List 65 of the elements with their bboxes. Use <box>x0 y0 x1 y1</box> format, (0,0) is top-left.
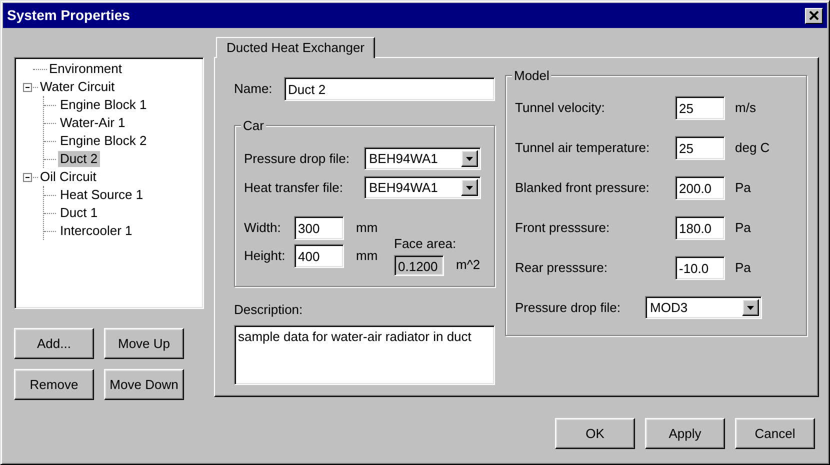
close-icon <box>809 11 819 20</box>
tab[interactable]: Ducted Heat Exchanger <box>216 37 375 58</box>
tree-button[interactable]: Add... <box>14 328 94 359</box>
field-label: Face area: <box>394 235 458 253</box>
caret-icon <box>466 156 473 160</box>
name-field[interactable]: Duct 2 <box>284 77 495 101</box>
number-field[interactable]: 25 <box>675 96 725 120</box>
field-label: Description: <box>234 301 304 319</box>
field-label: Tunnel air temperature: <box>515 139 651 158</box>
field-label: Width: <box>244 219 282 238</box>
tree-button[interactable]: Move Up <box>104 328 184 359</box>
field-label: Tunnel velocity: <box>515 99 606 118</box>
unit-label: mm <box>356 247 379 266</box>
number-field[interactable]: 400 <box>294 244 344 268</box>
unit-label: Pa <box>735 259 751 278</box>
number-field[interactable]: 25 <box>675 136 725 160</box>
field-label: Rear presssure: <box>515 259 608 278</box>
file-dropdown[interactable]: MOD3 <box>645 296 762 319</box>
dropdown-button[interactable] <box>461 150 478 167</box>
window-title: System Properties <box>7 6 130 25</box>
field-label: Blanked front pressure: <box>515 179 650 198</box>
unit-label: Pa <box>735 219 751 238</box>
field-label: Name: <box>234 80 274 98</box>
field-label: Pressure drop file: <box>515 298 622 317</box>
tree-item[interactable]: Heat Source 1 <box>58 187 146 203</box>
tree-button[interactable]: Remove <box>14 369 94 400</box>
readonly-field: 0.1200 <box>394 254 444 276</box>
description-field[interactable]: sample data for water-air radiator in duct <box>234 324 495 384</box>
tree-button[interactable]: Move Down <box>104 369 184 400</box>
group-title: Model <box>512 68 552 83</box>
collapse-icon[interactable] <box>22 172 33 182</box>
number-field[interactable]: 200.0 <box>675 176 725 200</box>
unit-label: mm <box>356 219 379 238</box>
tree-item[interactable]: Oil Circuit <box>38 169 98 185</box>
caret-icon <box>466 186 473 190</box>
unit-label: Pa <box>735 179 751 198</box>
tree-item[interactable]: Duct 2 <box>58 151 100 167</box>
field-label: Heat transfer file: <box>244 178 344 197</box>
field-label: Height: <box>244 247 286 266</box>
dialog-button[interactable]: Cancel <box>735 418 815 449</box>
unit-label: deg C <box>735 139 770 158</box>
tree-item[interactable]: Engine Block 1 <box>58 97 149 113</box>
tree-item[interactable]: Environment <box>47 61 124 77</box>
group-title: Car <box>241 118 266 133</box>
number-field[interactable]: 180.0 <box>675 216 725 240</box>
unit-label: m^2 <box>456 256 480 274</box>
file-dropdown[interactable]: BEH94WA1 <box>364 176 481 199</box>
number-field[interactable]: -10.0 <box>675 256 725 280</box>
dropdown-button[interactable] <box>742 299 759 316</box>
collapse-icon[interactable] <box>22 82 33 92</box>
dropdown-button[interactable] <box>461 179 478 196</box>
tree-item[interactable]: Water Circuit <box>38 79 117 95</box>
field-label: Front presssure: <box>515 219 611 238</box>
tree-item[interactable]: Duct 1 <box>58 205 100 221</box>
caret-icon <box>747 306 754 310</box>
tree-item[interactable]: Intercooler 1 <box>58 223 134 239</box>
tree-item[interactable]: Water-Air 1 <box>58 115 128 131</box>
field-label: Pressure drop file: <box>244 150 350 168</box>
dialog-button[interactable]: Apply <box>645 418 725 449</box>
close-button[interactable] <box>805 8 823 24</box>
unit-label: m/s <box>735 99 756 118</box>
tree-item[interactable]: Engine Block 2 <box>58 133 149 149</box>
number-field[interactable]: 300 <box>294 216 344 240</box>
dialog-button[interactable]: OK <box>555 418 635 449</box>
file-dropdown[interactable]: BEH94WA1 <box>364 147 481 170</box>
